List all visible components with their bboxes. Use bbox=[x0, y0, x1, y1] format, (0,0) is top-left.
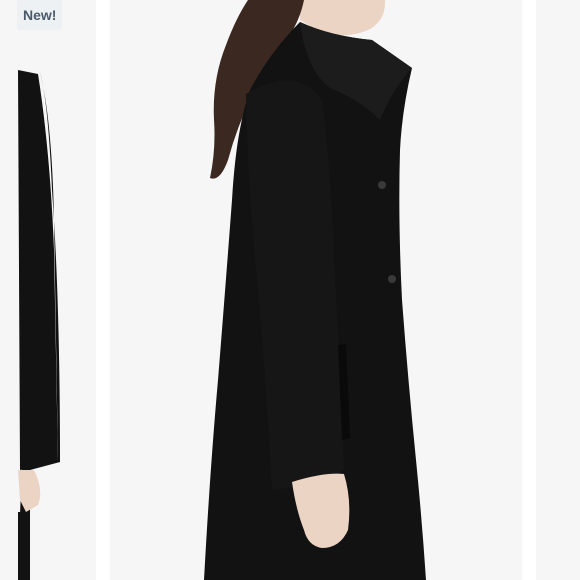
coat-product-photo bbox=[18, 0, 426, 580]
main-coat-image bbox=[204, 0, 426, 580]
previous-coat-image bbox=[18, 70, 60, 580]
new-listing-badge: New! bbox=[17, 0, 63, 30]
badge-label: New! bbox=[23, 7, 57, 23]
photo-carousel[interactable]: New! bbox=[0, 0, 580, 580]
